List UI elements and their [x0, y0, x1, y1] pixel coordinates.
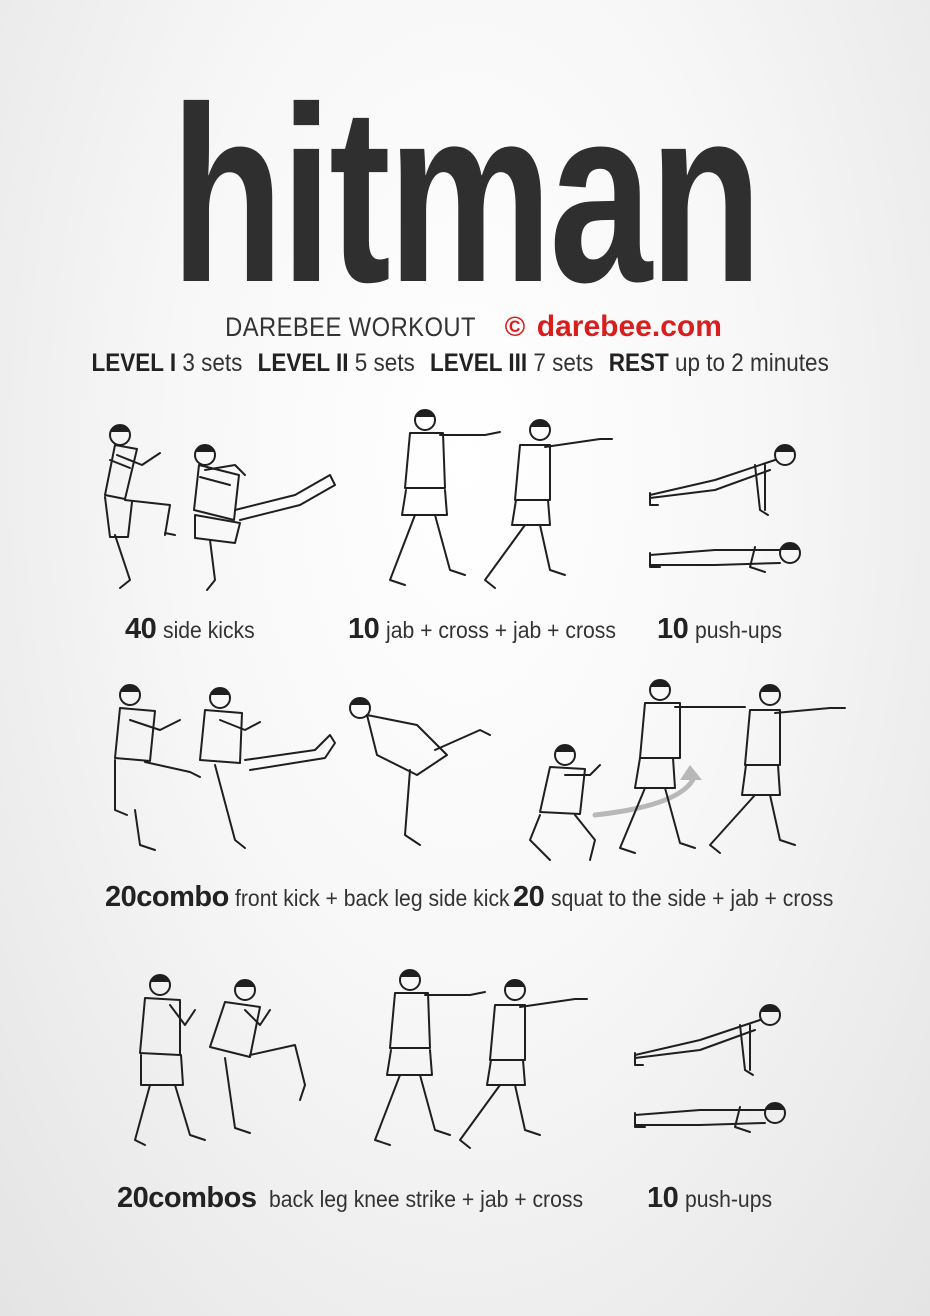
- side-kick-illustration: [104, 424, 336, 591]
- front-kick-side-kick-illustration: [114, 684, 491, 851]
- exercise-6-name: back leg knee strike + jab + cross: [268, 1186, 583, 1212]
- exercise-3-name: push-ups: [694, 617, 782, 643]
- level-1-value: 3 sets: [182, 349, 243, 377]
- exercise-1-caption: 40 side kicks: [125, 612, 262, 647]
- exercise-5-caption: 20 squat to the side + jab + cross: [513, 880, 858, 915]
- site-link[interactable]: darebee.com: [537, 310, 722, 343]
- exercise-7-caption: 10 push-ups: [647, 1181, 779, 1216]
- levels-line: LEVEL I 3 sets LEVEL II 5 sets LEVEL III…: [0, 347, 930, 379]
- exercise-2-name: jab + cross + jab + cross: [385, 617, 616, 643]
- exercise-4-caption: 20combo front kick + back leg side kick: [105, 880, 534, 915]
- exercise-4-count: 20combo: [105, 881, 229, 913]
- level-2-value: 5 sets: [355, 349, 416, 377]
- exercise-6-caption: 20combos back leg knee strike + jab + cr…: [117, 1181, 610, 1216]
- exercise-6-count: 20combos: [117, 1182, 257, 1214]
- exercise-3-count: 10: [657, 613, 689, 645]
- exercise-4-name: front kick + back leg side kick: [235, 885, 510, 911]
- exercise-7-count: 10: [647, 1182, 679, 1214]
- exercise-7-name: push-ups: [684, 1186, 772, 1212]
- rest-value: up to 2 minutes: [675, 349, 830, 377]
- jab-cross-illustration-2: [374, 969, 588, 1149]
- level-3-label: LEVEL III: [430, 349, 528, 377]
- exercise-3-caption: 10 push-ups: [657, 612, 789, 647]
- exercise-1-name: side kicks: [162, 617, 255, 643]
- brand-line: DAREBEE WORKOUT © darebee.com: [0, 310, 930, 344]
- workout-label: DAREBEE WORKOUT: [225, 312, 477, 342]
- knee-strike-illustration: [134, 974, 306, 1146]
- exercise-2-caption: 10 jab + cross + jab + cross: [348, 612, 636, 647]
- jab-cross-illustration: [389, 409, 613, 589]
- push-up-illustration-2: [634, 1004, 786, 1133]
- rest-label: REST: [609, 349, 670, 377]
- exercise-5-name: squat to the side + jab + cross: [550, 885, 833, 911]
- copyright-symbol: ©: [504, 311, 526, 342]
- level-2-label: LEVEL II: [257, 349, 349, 377]
- exercise-2-count: 10: [348, 613, 380, 645]
- exercise-5-count: 20: [513, 881, 545, 913]
- push-up-illustration: [649, 444, 801, 573]
- level-1-label: LEVEL I: [91, 349, 177, 377]
- level-3-value: 7 sets: [533, 349, 594, 377]
- exercise-1-count: 40: [125, 613, 157, 645]
- workout-title: hitman: [170, 55, 763, 334]
- squat-jab-cross-illustration: [529, 679, 846, 861]
